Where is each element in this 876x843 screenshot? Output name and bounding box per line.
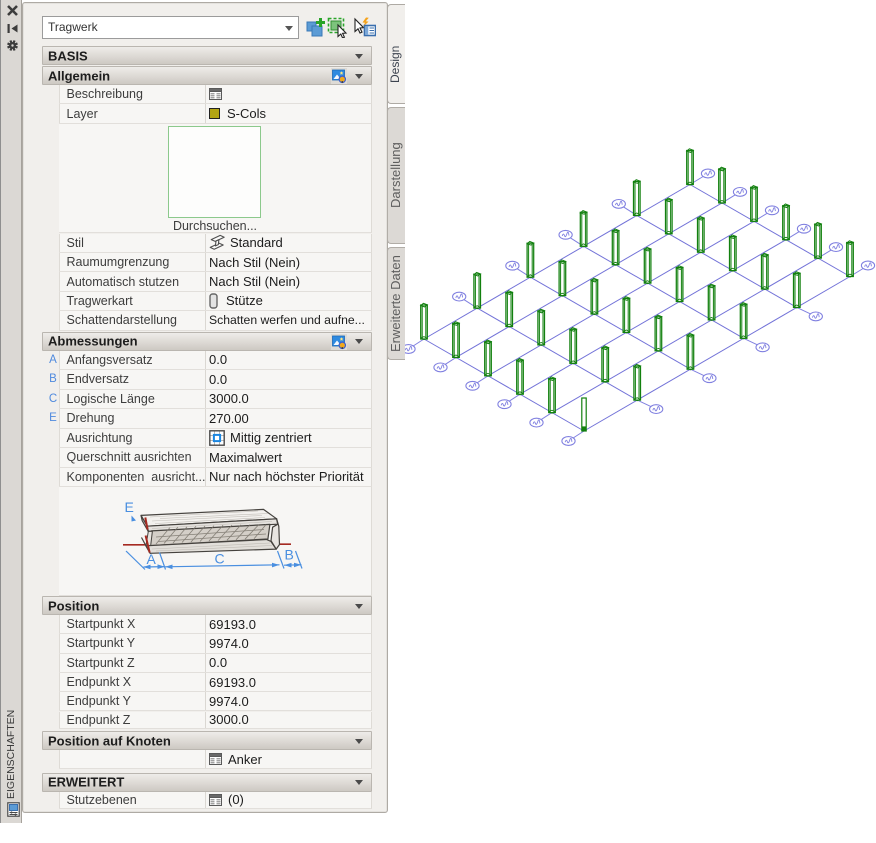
svg-text:C: C	[215, 551, 225, 567]
svg-text:A: A	[147, 551, 157, 567]
svg-text:E: E	[125, 499, 134, 515]
svg-text:B: B	[285, 547, 294, 563]
